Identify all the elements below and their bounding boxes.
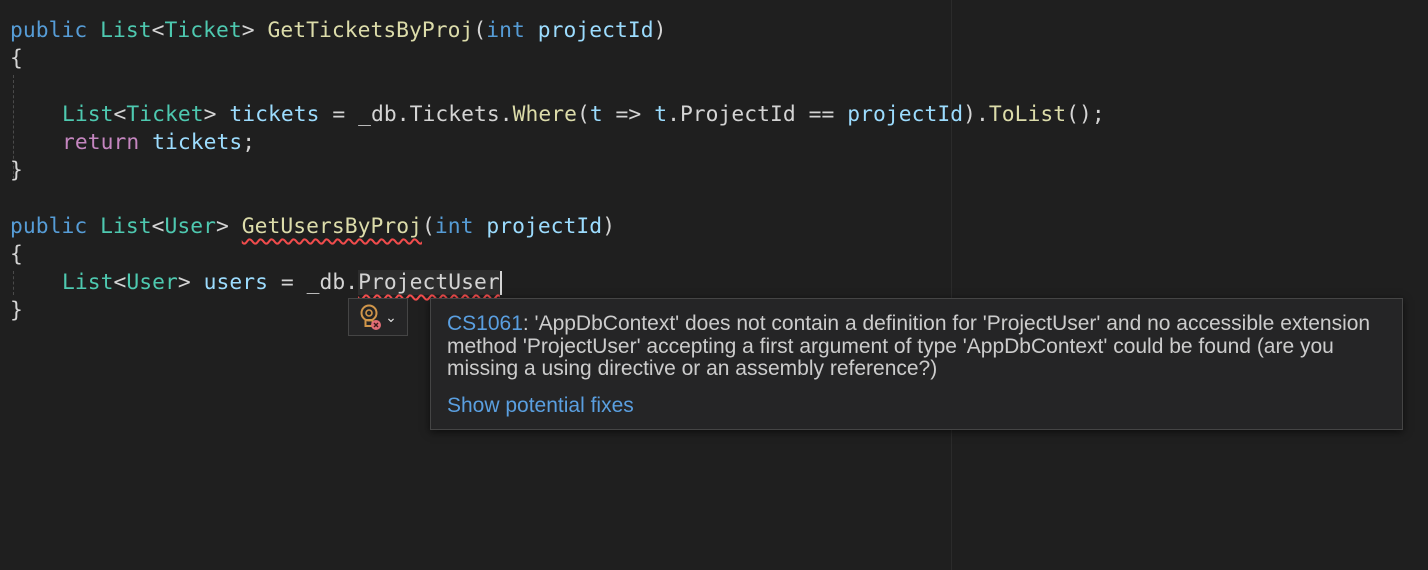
lambda-param: t [589, 102, 603, 127]
open-brace: { [10, 242, 23, 267]
var-tickets: tickets [229, 102, 320, 127]
method-name-getusers-error[interactable]: GetUsersByProj [242, 214, 422, 239]
assign-operator: = [267, 270, 307, 295]
call-end: (); [1066, 102, 1105, 127]
paren: ( [576, 102, 590, 127]
field-db: _db [358, 102, 397, 127]
member-projectuser-error[interactable]: ProjectUser [358, 270, 500, 295]
property-tickets: Tickets [409, 102, 500, 127]
dot: . [667, 102, 680, 127]
type-list: List [100, 214, 152, 239]
show-potential-fixes-link[interactable]: Show potential fixes [447, 394, 1386, 418]
method-where: Where [512, 102, 577, 127]
code-line-5[interactable]: return tickets; [62, 129, 255, 157]
var-users: users [203, 270, 268, 295]
vertical-ruler [951, 0, 952, 570]
field-db: _db [306, 270, 346, 295]
dot: . [345, 270, 359, 295]
keyword-int: int [486, 18, 525, 43]
type-ticket: Ticket [164, 18, 242, 43]
code-line-8[interactable]: public List<User> GetUsersByProj(int pro… [10, 213, 615, 241]
quick-fix-lightbulb-button[interactable]: ⌄ [348, 298, 408, 336]
property-projectid: ProjectId [679, 102, 796, 127]
code-line-10[interactable]: List<User> users = _db.ProjectUser [62, 269, 502, 297]
type-list: List [100, 18, 152, 43]
paren-dot: ). [963, 102, 989, 127]
type-list: List [62, 102, 114, 127]
code-editor[interactable]: public List<Ticket> GetTicketsByProj(int… [0, 0, 1428, 570]
error-message: : 'AppDbContext' does not contain a defi… [447, 312, 1371, 380]
code-line-6[interactable]: } [10, 157, 23, 185]
keyword-public: public [10, 214, 88, 239]
type-user: User [164, 214, 216, 239]
text-cursor [499, 271, 502, 295]
var-tickets: tickets [152, 130, 243, 155]
param-projectid: projectId [537, 18, 654, 43]
close-brace: } [10, 298, 23, 323]
param-projectid: projectId [486, 214, 603, 239]
indent-guide [13, 271, 14, 295]
error-hover-tooltip: CS1061: 'AppDbContext' does not contain … [430, 298, 1403, 430]
code-line-4[interactable]: List<Ticket> tickets = _db.Tickets.Where… [62, 101, 1105, 129]
lightbulb-error-icon [359, 303, 382, 331]
type-list: List [62, 270, 114, 295]
code-line-9[interactable]: { [10, 241, 23, 269]
error-code-link[interactable]: CS1061 [447, 312, 523, 335]
keyword-int: int [434, 214, 474, 239]
keyword-public: public [10, 18, 88, 43]
type-ticket: Ticket [126, 102, 204, 127]
assign-operator: = [319, 102, 359, 127]
method-tolist: ToList [988, 102, 1067, 127]
arrow-operator: => [602, 102, 655, 127]
semicolon: ; [242, 130, 256, 155]
method-name-gettickets: GetTicketsByProj [267, 18, 474, 43]
type-user: User [126, 270, 178, 295]
close-brace: } [10, 158, 23, 183]
lambda-obj: t [654, 102, 668, 127]
dot: . [396, 102, 410, 127]
code-line-2[interactable]: { [10, 45, 23, 73]
code-line-11[interactable]: } [10, 297, 23, 325]
open-brace: { [10, 46, 23, 71]
code-line-1[interactable]: public List<Ticket> GetTicketsByProj(int… [10, 17, 667, 45]
param-projectid: projectId [847, 102, 964, 127]
chevron-down-icon[interactable]: ⌄ [385, 310, 397, 326]
eq-operator: == [795, 102, 848, 127]
dot: . [499, 102, 513, 127]
keyword-return: return [62, 130, 140, 155]
